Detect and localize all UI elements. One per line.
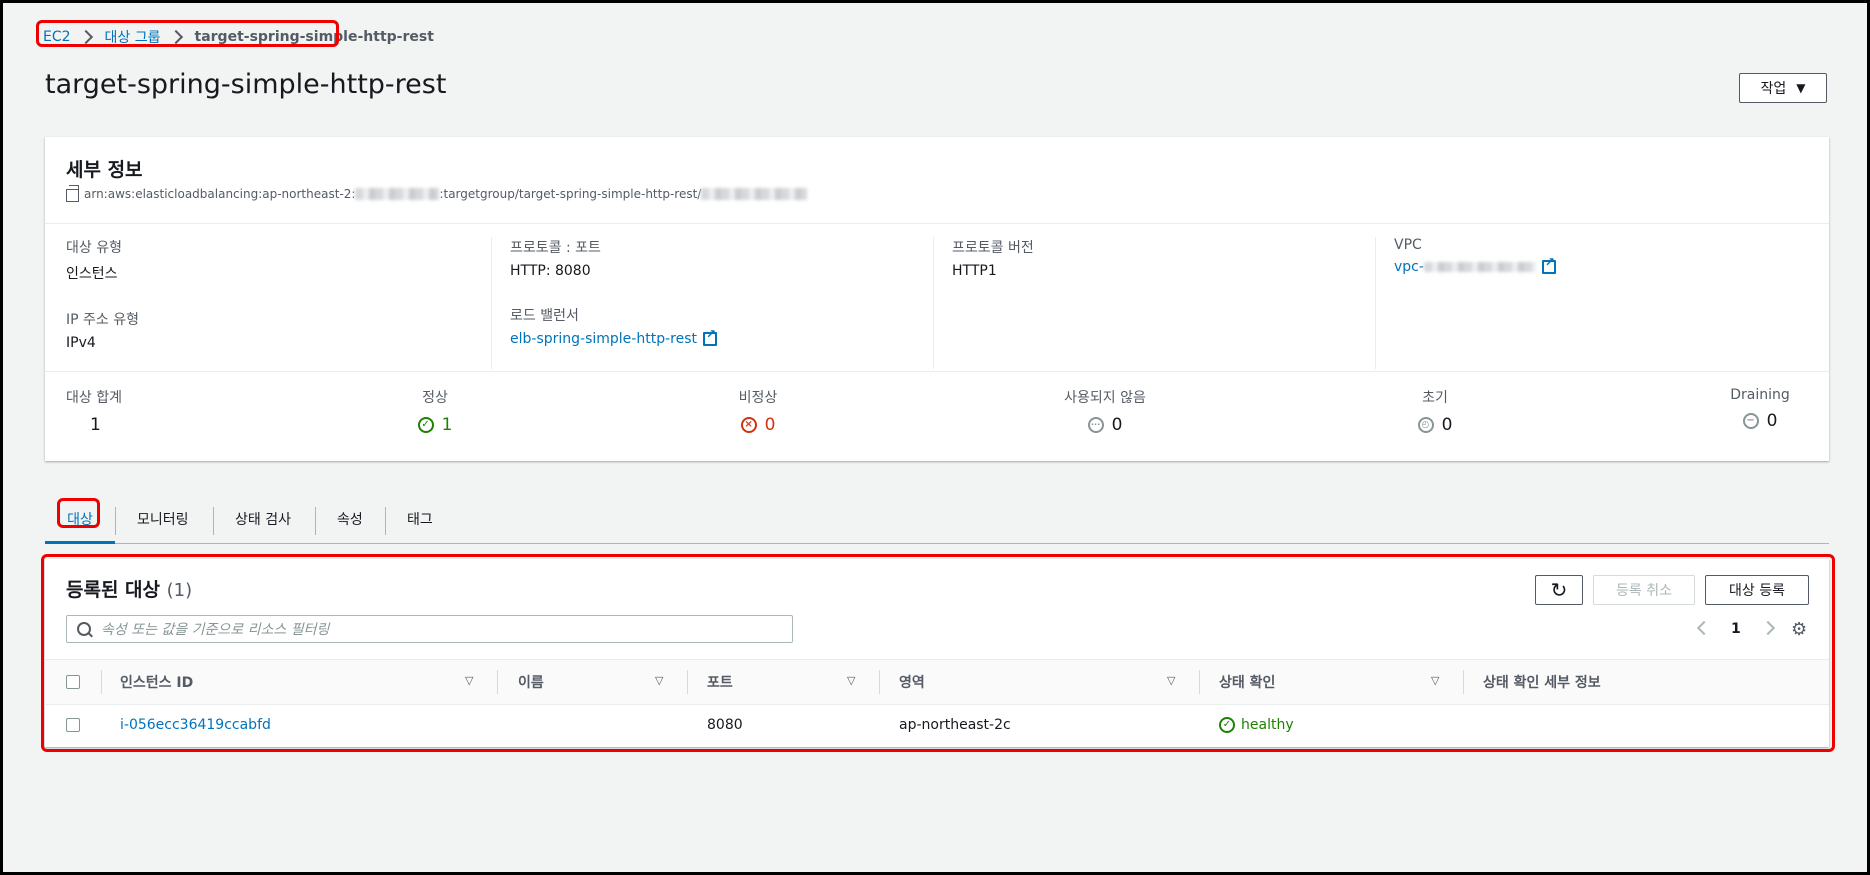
stat-healthy-value: 1 (441, 415, 453, 435)
external-link-icon (1541, 255, 1556, 274)
target-type-label: 대상 유형 (66, 240, 122, 256)
stat-draining: Draining − 0 (1715, 387, 1805, 431)
vpc-label: VPC (1394, 237, 1422, 253)
tab-divider (385, 507, 386, 535)
highlight-registered-targets (41, 554, 1835, 752)
external-link-icon (702, 327, 717, 346)
tab-tags[interactable]: 태그 (407, 497, 433, 541)
stat-total-label: 대상 합계 (66, 390, 122, 406)
protocol-version-label: 프로토콜 버전 (952, 240, 1034, 256)
protocol-version-value: HTTP1 (952, 263, 997, 279)
console-frame: EC2 대상 그룹 target-spring-simple-http-rest… (0, 0, 1870, 875)
tab-health-checks[interactable]: 상태 검사 (235, 497, 291, 541)
highlight-tab (57, 498, 100, 528)
redacted-target-group-id (701, 187, 808, 200)
stat-unhealthy-label: 비정상 (738, 390, 778, 406)
ip-type-value: IPv4 (66, 335, 96, 351)
x-circle-icon: × (740, 417, 757, 433)
ellipsis-circle-icon: ··· (1087, 417, 1104, 433)
copy-icon[interactable] (66, 185, 79, 202)
protocol-port-label: 프로토콜 : 포트 (510, 240, 601, 256)
stat-draining-label: Draining (1730, 387, 1790, 403)
target-type-value: 인스턴스 (66, 266, 118, 282)
tab-bar: 대상 모니터링 상태 검사 속성 태그 (45, 497, 1829, 544)
stat-initial-label: 초기 (1422, 390, 1448, 406)
arn-prefix: arn:aws:elasticloadbalancing:ap-northeas… (84, 186, 356, 201)
stat-unused: 사용되지 않음 ··· 0 (1045, 387, 1165, 435)
arn-middle: :targetgroup/target-spring-simple-http-r… (439, 186, 702, 201)
redacted-vpc-id (1423, 262, 1536, 272)
highlight-breadcrumb (36, 20, 339, 47)
load-balancer-link[interactable]: elb-spring-simple-http-rest (510, 331, 697, 347)
divider (45, 371, 1829, 372)
ip-type-label: IP 주소 유형 (66, 312, 139, 328)
stat-draining-value: 0 (1766, 411, 1778, 431)
stat-total: 대상 합계 1 (66, 387, 122, 435)
stat-healthy: 정상 ✓ 1 (395, 387, 475, 435)
stat-unhealthy-value: 0 (764, 415, 776, 435)
tab-attributes[interactable]: 속성 (337, 497, 363, 541)
divider (45, 223, 1829, 224)
redacted-account-id (355, 187, 440, 200)
clock-icon: ◴ (1417, 417, 1434, 433)
stat-healthy-label: 정상 (422, 390, 448, 406)
tab-divider (115, 507, 116, 535)
tab-divider (213, 507, 214, 535)
stat-unused-value: 0 (1111, 415, 1123, 435)
arn: arn:aws:elasticloadbalancing:ap-northeas… (66, 185, 808, 202)
vpc-link[interactable]: vpc- (1394, 259, 1424, 275)
stat-total-value: 1 (90, 415, 101, 435)
details-title: 세부 정보 (66, 159, 143, 181)
detail-col-1: 대상 유형 인스턴스 IP 주소 유형 IPv4 (66, 237, 506, 369)
load-balancer-label: 로드 밸런서 (510, 308, 579, 324)
stat-unhealthy: 비정상 × 0 (713, 387, 803, 435)
page-title: target-spring-simple-http-rest (45, 69, 447, 100)
detail-col-4: VPC vpc- (1375, 237, 1814, 369)
caret-down-icon: ▼ (1796, 81, 1806, 95)
detail-col-3: 프로토콜 버전 HTTP1 (933, 237, 1392, 369)
minus-circle-icon: − (1742, 413, 1759, 429)
check-circle-icon: ✓ (417, 417, 434, 433)
details-panel: 세부 정보 arn:aws:elasticloadbalancing:ap-no… (45, 137, 1829, 461)
protocol-port-value: HTTP: 8080 (510, 263, 591, 279)
stat-initial-value: 0 (1441, 415, 1453, 435)
stat-initial: 초기 ◴ 0 (1395, 387, 1475, 435)
detail-col-2: 프로토콜 : 포트 HTTP: 8080 로드 밸런서 elb-spring-s… (491, 237, 950, 369)
tab-monitoring[interactable]: 모니터링 (137, 497, 189, 541)
actions-button[interactable]: 작업 ▼ (1739, 73, 1827, 103)
stat-unused-label: 사용되지 않음 (1064, 390, 1146, 406)
tab-divider (315, 507, 316, 535)
actions-label: 작업 (1760, 81, 1787, 97)
